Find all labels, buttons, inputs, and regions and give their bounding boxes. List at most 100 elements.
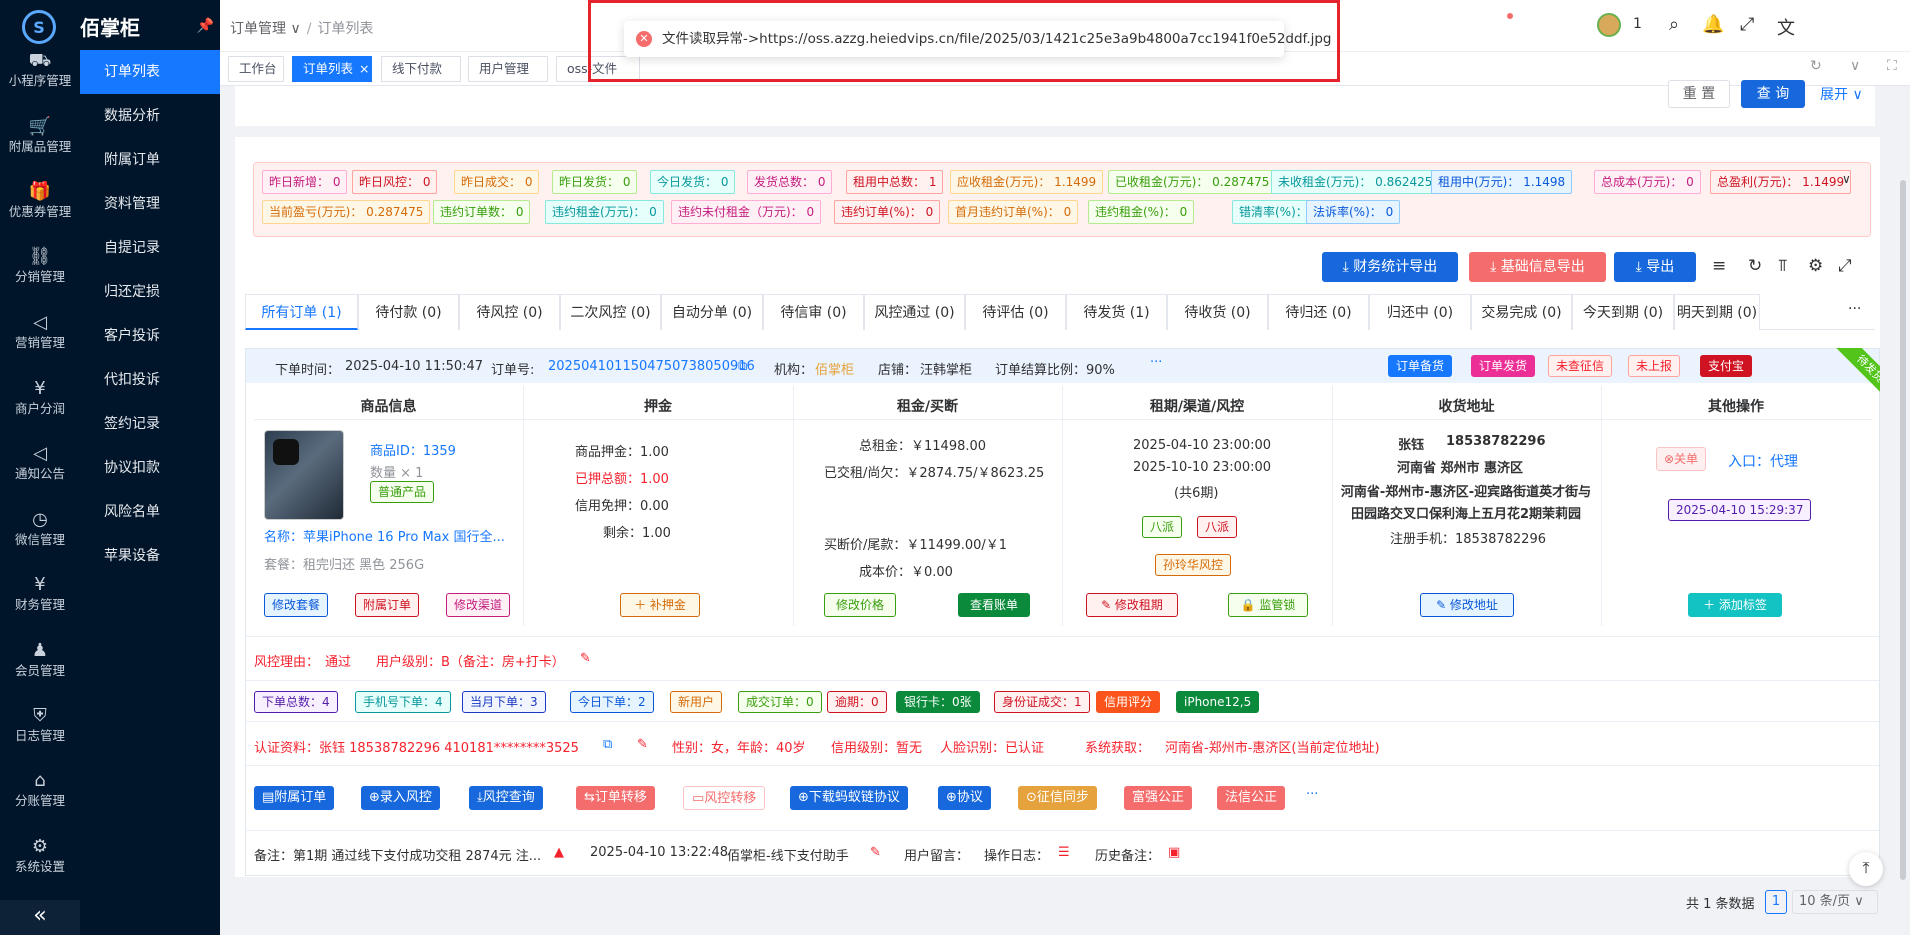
order-tab[interactable]: 自动分单 (0)	[661, 294, 763, 330]
refresh-icon[interactable]: ↻	[1810, 58, 1822, 74]
rail-item[interactable]: ⛨ 日志管理	[0, 705, 80, 765]
scrollbar[interactable]	[1900, 180, 1906, 880]
sub-menu-item[interactable]: 附属订单	[80, 138, 220, 182]
page-tab[interactable]: 用户管理	[468, 56, 548, 82]
order-no[interactable]: 2025041011504750738050916	[548, 359, 755, 374]
rail-item[interactable]: ¥ 财务管理	[0, 574, 80, 634]
rail-item[interactable]: ⛓ 分销管理	[0, 246, 80, 306]
column-height-icon[interactable]: ⫪	[1778, 256, 1788, 276]
translate-icon[interactable]: 文	[1777, 14, 1795, 40]
export-button[interactable]: ⤓ 财务统计导出	[1322, 252, 1458, 282]
add-deposit-button[interactable]: ＋ 补押金	[620, 593, 700, 617]
maximize-icon[interactable]: ⛶	[1887, 58, 1897, 74]
order-tab[interactable]: 待付款 (0)	[358, 294, 459, 330]
rail-item[interactable]: 🎁 优惠券管理	[0, 181, 80, 241]
order-tab[interactable]: 明天到期 (0)	[1674, 294, 1760, 330]
page-tab[interactable]: 工作台	[228, 56, 284, 82]
order-tab[interactable]: 待信审 (0)	[763, 294, 864, 330]
edit-address-button[interactable]: ✎ 修改地址	[1420, 593, 1514, 617]
rail-item[interactable]: ⛟ 小程序管理	[0, 50, 80, 110]
copy-icon[interactable]: ⧉	[738, 359, 747, 374]
refresh-icon[interactable]: ↻	[1748, 256, 1762, 276]
rail-item[interactable]: ♟ 会员管理	[0, 640, 80, 700]
sub-menu-item[interactable]: 代扣投诉	[80, 358, 220, 402]
breadcrumb-parent[interactable]: 订单管理	[230, 21, 286, 37]
chevron-down-icon[interactable]: ∨	[1842, 172, 1851, 186]
rail-item[interactable]: ¥ 商户分润	[0, 378, 80, 438]
more-icon[interactable]: ···	[1150, 355, 1162, 370]
order-tab[interactable]: 风控通过 (0)	[864, 294, 965, 330]
reset-button[interactable]: 重 置	[1668, 80, 1730, 108]
rail-item[interactable]: ⌂ 分账管理	[0, 770, 80, 830]
sub-menu-item[interactable]: 资料管理	[80, 182, 220, 226]
order-action-button[interactable]: ▭风控转移	[683, 786, 766, 810]
order-action-button[interactable]: ⊕录入风控	[361, 786, 440, 810]
search-button[interactable]: 查 询	[1741, 80, 1805, 108]
avatar[interactable]	[1597, 13, 1621, 37]
lock-button[interactable]: 🔒 监管锁	[1228, 593, 1308, 617]
close-icon[interactable]: ×	[359, 61, 369, 76]
search-icon[interactable]: ⌕	[1669, 14, 1679, 35]
edit-icon[interactable]: ✎	[580, 651, 591, 666]
view-bill-button[interactable]: 查看账单	[958, 593, 1030, 617]
order-tab[interactable]: 交易完成 (0)	[1471, 294, 1572, 330]
caret-up-icon[interactable]: ▲	[554, 845, 564, 860]
copy-icon[interactable]: ⧉	[603, 737, 612, 752]
order-tab[interactable]: 二次风控 (0)	[560, 294, 661, 330]
pin-icon[interactable]: 📌	[197, 18, 214, 34]
sub-menu-item[interactable]: 苹果设备	[80, 534, 220, 578]
edit-channel-button[interactable]: 修改渠道	[446, 593, 511, 617]
sub-menu-item[interactable]: 数据分析	[80, 94, 220, 138]
collapse-sidebar-button[interactable]: «	[0, 900, 80, 935]
order-action-button[interactable]: ▤附属订单	[254, 786, 335, 810]
product-name[interactable]: 名称：苹果iPhone 16 Pro Max 国行全...	[264, 526, 514, 545]
settings-icon[interactable]: ⚙	[1808, 256, 1823, 276]
edit-package-button[interactable]: 修改套餐	[264, 593, 329, 617]
page-size-select[interactable]: 10 条/页 ∨	[1792, 890, 1878, 914]
sub-menu-item[interactable]: 客户投诉	[80, 314, 220, 358]
chevron-down-icon[interactable]: ∨	[1850, 58, 1860, 74]
back-to-top-button[interactable]: ⤒	[1849, 852, 1883, 886]
order-action-button[interactable]: ⊕下载蚂蚁链协议	[790, 786, 908, 810]
bell-icon[interactable]: 🔔	[1702, 14, 1724, 35]
user-name[interactable]: 1	[1633, 16, 1642, 32]
edit-icon[interactable]: ✎	[870, 845, 881, 860]
sub-menu-item[interactable]: 订单列表	[80, 50, 220, 94]
more-tabs-icon[interactable]: ···	[1848, 301, 1861, 317]
calendar-icon[interactable]: ▣	[1168, 845, 1180, 860]
sub-menu-item[interactable]: 风险名单	[80, 490, 220, 534]
order-tab[interactable]: 今天到期 (0)	[1572, 294, 1674, 330]
order-tab[interactable]: 待收货 (0)	[1167, 294, 1268, 330]
rail-item[interactable]: ◷ 微信管理	[0, 509, 80, 569]
page-tab[interactable]: 线下付款	[381, 56, 461, 82]
order-action-button[interactable]: 富强公正	[1124, 786, 1193, 810]
product-image[interactable]	[264, 430, 344, 520]
order-tab[interactable]: 待发货 (1)	[1066, 294, 1167, 330]
order-tab[interactable]: 所有订单 (1)	[245, 294, 358, 330]
expand-link[interactable]: 展开 ∨	[1820, 84, 1863, 104]
order-tab[interactable]: 待风控 (0)	[459, 294, 560, 330]
page-tab[interactable]: 订单列表 ×	[292, 56, 372, 82]
edit-period-button[interactable]: ✎ 修改租期	[1086, 593, 1178, 617]
density-icon[interactable]: ≡	[1712, 256, 1726, 276]
edit-icon[interactable]: ✎	[637, 737, 648, 752]
fullscreen-icon[interactable]: ⤢	[1838, 256, 1852, 276]
order-action-button[interactable]: 法信公正	[1217, 786, 1286, 810]
order-action-button[interactable]: ⊙征信同步	[1018, 786, 1097, 810]
list-icon[interactable]: ☰	[1058, 845, 1070, 860]
order-action-button[interactable]: ⤓风控查询	[469, 786, 543, 810]
export-button[interactable]: ⤓ 基础信息导出	[1469, 252, 1606, 282]
rail-item[interactable]: ⚙ 系统设置	[0, 836, 80, 896]
page-number[interactable]: 1	[1765, 890, 1787, 914]
attached-order-button[interactable]: 附属订单	[355, 593, 420, 617]
rail-item[interactable]: ◁ 通知公告	[0, 443, 80, 503]
order-tab[interactable]: 待归还 (0)	[1268, 294, 1369, 330]
order-tab[interactable]: 待评估 (0)	[965, 294, 1066, 330]
close-order-button[interactable]: ⊗关单	[1656, 447, 1707, 471]
sub-menu-item[interactable]: 签约记录	[80, 402, 220, 446]
export-button[interactable]: ⤓ 导出	[1614, 252, 1696, 282]
sub-menu-item[interactable]: 归还定损	[80, 270, 220, 314]
more-icon[interactable]: ···	[1306, 787, 1318, 802]
sub-menu-item[interactable]: 自提记录	[80, 226, 220, 270]
add-tag-button[interactable]: ＋ 添加标签	[1688, 593, 1782, 617]
